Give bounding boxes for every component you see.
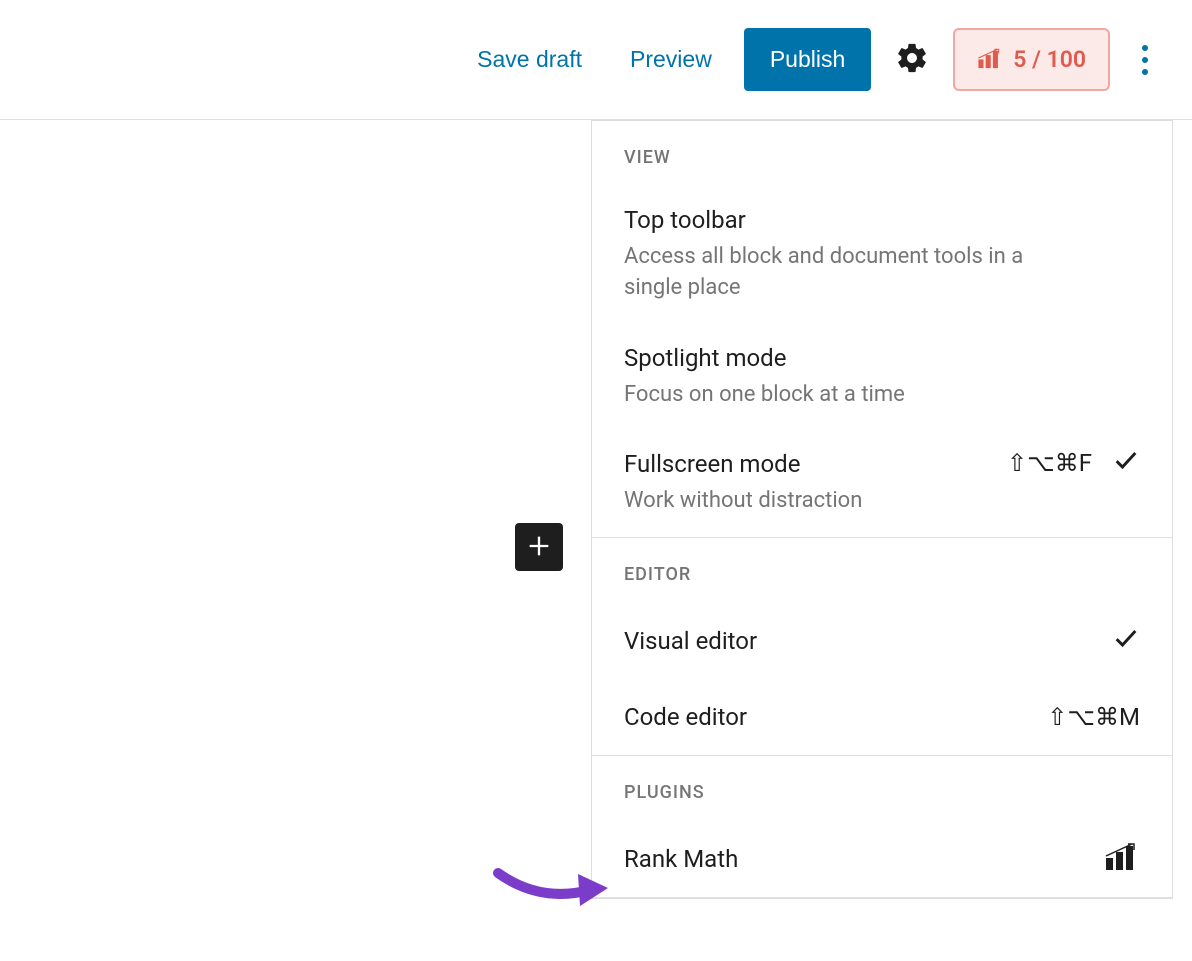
options-dropdown: VIEW Top toolbar Access all block and do… bbox=[591, 120, 1173, 899]
keyboard-shortcut: ⇧⌥⌘M bbox=[1047, 703, 1140, 731]
more-menu-button[interactable] bbox=[1126, 37, 1164, 83]
divider bbox=[592, 897, 1172, 898]
add-block-button[interactable] bbox=[515, 523, 563, 571]
menu-desc: Focus on one block at a time bbox=[624, 380, 1044, 411]
plugins-section-header: PLUGINS bbox=[592, 756, 1172, 821]
gear-icon bbox=[895, 41, 929, 78]
visual-editor-option[interactable]: Visual editor bbox=[592, 603, 1172, 679]
rankmath-icon bbox=[977, 47, 1003, 73]
seo-score-value: 5 / 100 bbox=[1013, 46, 1086, 73]
rank-math-option[interactable]: Rank Math bbox=[592, 821, 1172, 897]
check-icon bbox=[1112, 624, 1140, 658]
code-editor-option[interactable]: Code editor ⇧⌥⌘M bbox=[592, 679, 1172, 755]
menu-desc: Work without distraction bbox=[624, 486, 995, 517]
menu-label: Spotlight mode bbox=[624, 340, 1140, 376]
fullscreen-mode-option[interactable]: Fullscreen mode Work without distraction… bbox=[592, 430, 1172, 537]
menu-label: Rank Math bbox=[624, 841, 738, 877]
editor-section-header: EDITOR bbox=[592, 538, 1172, 603]
save-draft-button[interactable]: Save draft bbox=[461, 36, 598, 83]
seo-score-badge[interactable]: 5 / 100 bbox=[953, 28, 1110, 91]
menu-label: Code editor bbox=[624, 699, 747, 735]
content-area: VIEW Top toolbar Access all block and do… bbox=[0, 120, 1192, 961]
view-section-header: VIEW bbox=[592, 121, 1172, 186]
publish-button[interactable]: Publish bbox=[744, 28, 871, 91]
plus-icon bbox=[525, 532, 553, 563]
menu-desc: Access all block and document tools in a… bbox=[624, 242, 1044, 304]
editor-toolbar: Save draft Preview Publish 5 / 100 bbox=[0, 0, 1192, 120]
top-toolbar-option[interactable]: Top toolbar Access all block and documen… bbox=[592, 186, 1172, 324]
check-icon bbox=[1112, 446, 1140, 480]
spotlight-mode-option[interactable]: Spotlight mode Focus on one block at a t… bbox=[592, 324, 1172, 431]
rankmath-icon bbox=[1104, 842, 1140, 876]
preview-button[interactable]: Preview bbox=[614, 36, 728, 83]
menu-label: Top toolbar bbox=[624, 202, 1140, 238]
settings-button[interactable] bbox=[887, 33, 937, 86]
menu-label: Fullscreen mode bbox=[624, 446, 995, 482]
keyboard-shortcut: ⇧⌥⌘F bbox=[1007, 449, 1092, 477]
menu-label: Visual editor bbox=[624, 623, 757, 659]
dots-icon bbox=[1142, 45, 1148, 51]
